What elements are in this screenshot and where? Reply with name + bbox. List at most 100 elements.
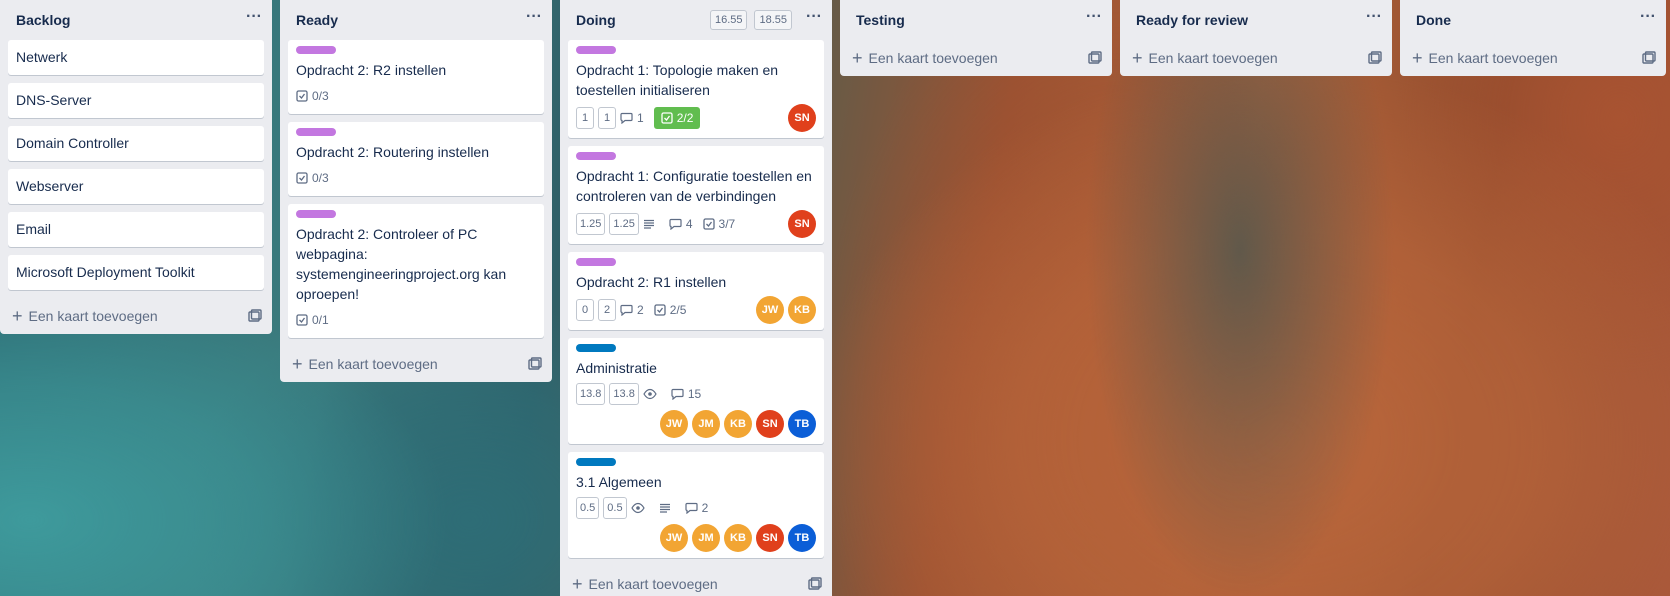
- list-header[interactable]: Backlog ···: [0, 0, 272, 40]
- comment-icon: [620, 304, 633, 316]
- comment-count: 15: [687, 387, 702, 401]
- card-label[interactable]: [576, 46, 616, 54]
- add-card-button[interactable]: + Een kaart toevoegen: [0, 298, 272, 334]
- card-title: Opdracht 1: Configuratie toestellen en c…: [576, 168, 812, 204]
- avatar[interactable]: JW: [660, 410, 688, 438]
- ellipsis-icon[interactable]: ···: [1640, 9, 1656, 25]
- comments-badge: 1: [620, 107, 644, 129]
- checklist-badge: 0/3: [296, 85, 329, 107]
- ellipsis-icon[interactable]: ···: [1366, 9, 1382, 25]
- avatar[interactable]: JM: [692, 524, 720, 552]
- avatar[interactable]: TB: [788, 524, 816, 552]
- add-card-button[interactable]: + Een kaart toevoegen: [280, 346, 552, 382]
- card-template-icon[interactable]: [248, 309, 262, 323]
- list-title[interactable]: Backlog: [16, 12, 70, 28]
- card-template-icon[interactable]: [1088, 51, 1102, 65]
- add-card-button[interactable]: + Een kaart toevoegen: [1120, 40, 1392, 76]
- comment-icon: [620, 112, 633, 124]
- card-title: Netwerk: [16, 49, 68, 65]
- list-title[interactable]: Testing: [856, 12, 905, 28]
- avatar[interactable]: SN: [788, 210, 816, 238]
- checklist-badge: 2/5: [654, 299, 687, 321]
- list-header[interactable]: Ready ···: [280, 0, 552, 40]
- card-template-icon[interactable]: [808, 577, 822, 591]
- add-card-label: Een kaart toevoegen: [308, 356, 438, 372]
- list-header[interactable]: Done ···: [1400, 0, 1666, 40]
- checklist-count: 2/2: [676, 111, 694, 125]
- checklist-icon: [296, 90, 308, 102]
- card[interactable]: Netwerk: [8, 40, 264, 75]
- comment-count: 4: [685, 217, 693, 231]
- avatar[interactable]: JW: [660, 524, 688, 552]
- list-header[interactable]: Testing ···: [840, 0, 1112, 40]
- card-template-icon[interactable]: [1368, 51, 1382, 65]
- avatar[interactable]: SN: [756, 524, 784, 552]
- avatar[interactable]: JM: [692, 410, 720, 438]
- card[interactable]: Opdracht 1: Configuratie toestellen en c…: [568, 146, 824, 244]
- card-label[interactable]: [576, 258, 616, 266]
- avatar[interactable]: SN: [756, 410, 784, 438]
- estimate-badge: 13.8: [609, 383, 639, 405]
- add-card-label: Een kaart toevoegen: [28, 308, 158, 324]
- estimate-badge: 13.8: [576, 383, 606, 405]
- card[interactable]: Administratie 13.8 13.8 15 JW JM KB SN T…: [568, 338, 824, 444]
- avatar[interactable]: KB: [724, 410, 752, 438]
- ellipsis-icon[interactable]: ···: [806, 9, 822, 25]
- card[interactable]: Domain Controller: [8, 126, 264, 161]
- list-title[interactable]: Ready for review: [1136, 12, 1248, 28]
- list-estimate: 16.55: [709, 10, 748, 30]
- card-label[interactable]: [296, 46, 336, 54]
- avatar[interactable]: KB: [788, 296, 816, 324]
- card[interactable]: 3.1 Algemeen 0.5 0.5 2 JW JM KB SN TB: [568, 452, 824, 558]
- description-icon: [659, 503, 670, 513]
- avatar[interactable]: SN: [788, 104, 816, 132]
- list-header[interactable]: Ready for review ···: [1120, 0, 1392, 40]
- card-label[interactable]: [576, 344, 616, 352]
- checklist-icon: [654, 304, 666, 316]
- checklist-count: 3/7: [718, 217, 736, 231]
- comments-badge: 2: [684, 497, 708, 519]
- estimate-badge: 0: [576, 299, 594, 321]
- card-template-icon[interactable]: [528, 357, 542, 371]
- ellipsis-icon[interactable]: ···: [526, 9, 542, 25]
- checklist-count: 0/3: [312, 89, 329, 103]
- card[interactable]: DNS-Server: [8, 83, 264, 118]
- card[interactable]: Opdracht 1: Topologie maken en toestelle…: [568, 40, 824, 138]
- add-card-button[interactable]: + Een kaart toevoegen: [1400, 40, 1666, 76]
- card[interactable]: Opdracht 2: Routering instellen 0/3: [288, 122, 544, 196]
- card[interactable]: Opdracht 2: Controleer of PC webpagina: …: [288, 204, 544, 338]
- card[interactable]: Email: [8, 212, 264, 247]
- checklist-badge: 0/1: [296, 309, 329, 331]
- card[interactable]: Microsoft Deployment Toolkit: [8, 255, 264, 290]
- card-label[interactable]: [296, 210, 336, 218]
- checklist-count: 0/3: [312, 171, 329, 185]
- card-template-icon[interactable]: [1642, 51, 1656, 65]
- list-header[interactable]: Doing 16.55 18.55 ···: [560, 0, 832, 40]
- checklist-icon: [702, 218, 715, 230]
- add-card-label: Een kaart toevoegen: [1148, 50, 1278, 66]
- avatar[interactable]: JW: [756, 296, 784, 324]
- avatar[interactable]: TB: [788, 410, 816, 438]
- add-card-button[interactable]: + Een kaart toevoegen: [560, 566, 832, 596]
- card[interactable]: Opdracht 2: R2 instellen 0/3: [288, 40, 544, 114]
- description-badge: [643, 213, 659, 235]
- checklist-count: 2/5: [669, 303, 687, 317]
- watch-badge: [643, 383, 661, 405]
- list-title[interactable]: Doing: [576, 12, 616, 28]
- ellipsis-icon[interactable]: ···: [246, 9, 262, 25]
- ellipsis-icon[interactable]: ···: [1086, 9, 1102, 25]
- card-title: Microsoft Deployment Toolkit: [16, 264, 195, 280]
- checklist-badge: 0/3: [296, 167, 329, 189]
- eye-icon: [630, 502, 645, 514]
- list-title[interactable]: Done: [1416, 12, 1451, 28]
- card-label[interactable]: [576, 152, 616, 160]
- list-title[interactable]: Ready: [296, 12, 338, 28]
- card[interactable]: Webserver: [8, 169, 264, 204]
- card-title: Email: [16, 221, 52, 237]
- card-label[interactable]: [576, 458, 616, 466]
- avatar[interactable]: KB: [724, 524, 752, 552]
- card-label[interactable]: [296, 128, 336, 136]
- card-title: 3.1 Algemeen: [576, 474, 662, 490]
- card[interactable]: Opdracht 2: R1 instellen 0 2 2 2/5 JW KB: [568, 252, 824, 330]
- add-card-button[interactable]: + Een kaart toevoegen: [840, 40, 1112, 76]
